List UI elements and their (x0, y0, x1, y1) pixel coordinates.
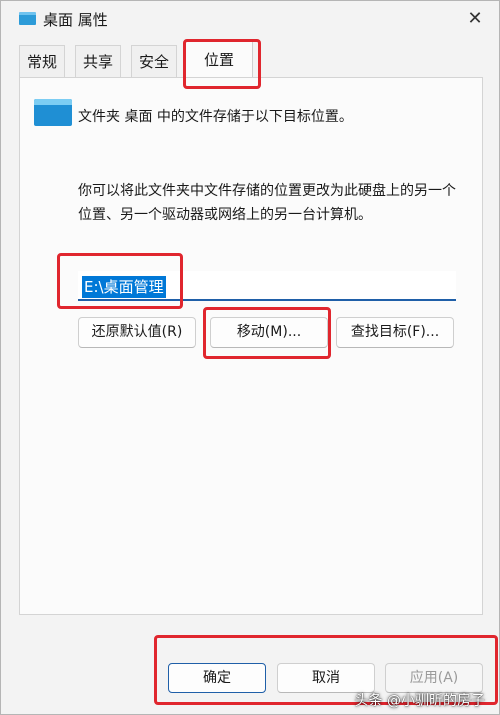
watermark: 头条 @小驯昕的房子 (354, 693, 485, 709)
window-title: 桌面 属性 (43, 11, 108, 29)
folder-icon (19, 12, 36, 25)
apply-button[interactable]: 应用(A) (385, 663, 483, 693)
tab-security[interactable]: 安全 (131, 45, 177, 77)
tab-sharing[interactable]: 共享 (75, 45, 121, 77)
title-bar: 桌面 属性 ✕ (1, 1, 499, 37)
cancel-button[interactable]: 取消 (277, 663, 375, 693)
find-target-button[interactable]: 查找目标(F)... (336, 317, 454, 348)
path-value: E:\桌面管理 (82, 276, 166, 298)
tab-location[interactable]: 位置 (185, 41, 253, 78)
location-hint: 你可以将此文件夹中文件存储的位置更改为此硬盘上的另一个位置、另一个驱动器或网络上… (78, 183, 456, 223)
restore-default-button[interactable]: 还原默认值(R) (78, 317, 196, 348)
move-button[interactable]: 移动(M)... (210, 317, 328, 348)
properties-dialog: 桌面 属性 ✕ 常规 共享 安全 位置 文件夹 桌面 中的文件存储于以下目标位置… (0, 0, 500, 715)
location-panel: 文件夹 桌面 中的文件存储于以下目标位置。 你可以将此文件夹中文件存储的位置更改… (19, 77, 483, 615)
ok-button[interactable]: 确定 (168, 663, 266, 693)
tab-general[interactable]: 常规 (19, 45, 65, 77)
location-description: 文件夹 桌面 中的文件存储于以下目标位置。 (78, 109, 353, 125)
folder-icon (34, 99, 72, 126)
close-button[interactable]: ✕ (461, 5, 489, 33)
